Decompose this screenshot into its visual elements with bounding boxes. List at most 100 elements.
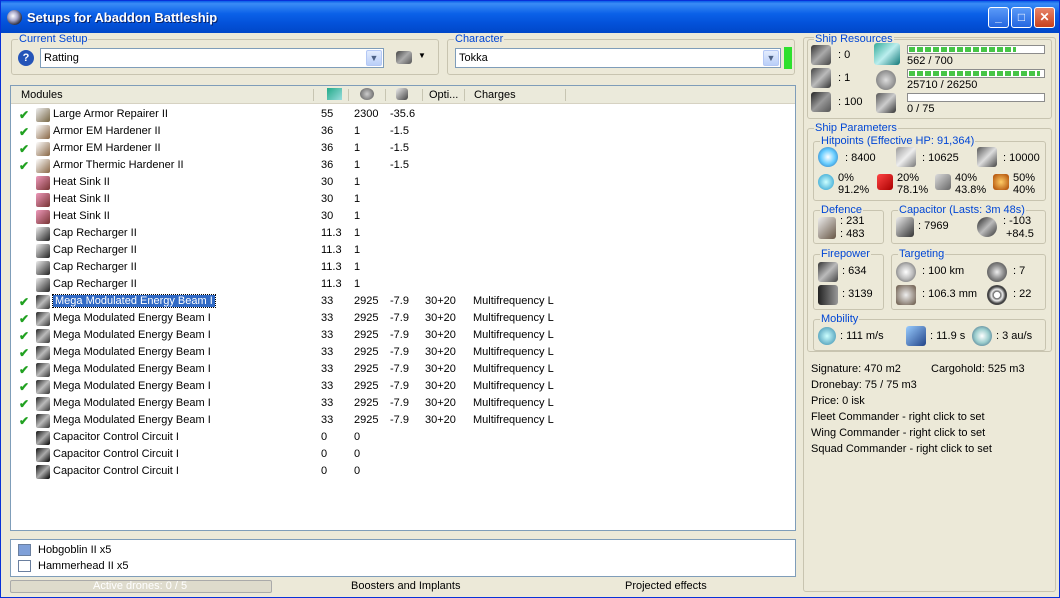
module-powergrid: 0 bbox=[354, 431, 361, 443]
defence-icon bbox=[818, 217, 836, 239]
module-capacitor: -7.9 bbox=[390, 295, 409, 307]
checkmark-icon[interactable]: ✔ bbox=[19, 125, 29, 139]
checkmark-icon[interactable]: ✔ bbox=[19, 159, 29, 173]
module-charges: Multifrequency L bbox=[473, 312, 554, 324]
module-capacitor: -7.9 bbox=[390, 363, 409, 375]
squad-commander-slot[interactable]: Squad Commander - right click to set bbox=[811, 443, 992, 455]
module-row[interactable]: ✔ Mega Modulated Energy Beam I 33 2925 -7.9 3… bbox=[11, 344, 791, 361]
module-row[interactable]: ✔ Large Armor Repairer II 55 2300 -35.6 bbox=[11, 106, 791, 123]
module-row[interactable]: Capacitor Control Circuit I 0 0 bbox=[11, 446, 791, 463]
module-capacitor: -7.9 bbox=[390, 397, 409, 409]
module-capacitor: -1.5 bbox=[390, 142, 409, 154]
module-powergrid: 2925 bbox=[354, 414, 379, 426]
setup-select-value: Ratting bbox=[44, 52, 79, 64]
module-row[interactable]: Capacitor Control Circuit I 0 0 bbox=[11, 429, 791, 446]
module-row[interactable]: ✔ Armor Thermic Hardener II 36 1 -1.5 bbox=[11, 157, 791, 174]
module-capacitor: -1.5 bbox=[390, 125, 409, 137]
speed-value: : 111 m/s bbox=[840, 330, 884, 342]
minimize-button[interactable]: _ bbox=[988, 7, 1009, 28]
module-row[interactable]: ✔ Mega Modulated Energy Beam I 33 2925 -7.9 3… bbox=[11, 361, 791, 378]
module-cpu: 30 bbox=[321, 193, 334, 205]
volley-icon bbox=[818, 285, 838, 305]
drone-checkbox[interactable] bbox=[18, 544, 31, 556]
help-icon[interactable]: ? bbox=[18, 50, 34, 66]
module-powergrid: 1 bbox=[354, 261, 361, 273]
module-capacitor: -7.9 bbox=[390, 312, 409, 324]
checkmark-icon[interactable]: ✔ bbox=[19, 312, 29, 326]
module-row[interactable]: ✔ Armor EM Hardener II 36 1 -1.5 bbox=[11, 123, 791, 140]
module-cpu: 0 bbox=[321, 465, 328, 477]
col-header-opti[interactable]: Opti... bbox=[429, 89, 458, 101]
module-row[interactable]: Capacitor Control Circuit I 0 0 bbox=[11, 463, 791, 480]
module-row[interactable]: Cap Recharger II 11.3 1 bbox=[11, 259, 791, 276]
module-name: Capacitor Control Circuit I bbox=[53, 465, 179, 477]
checkmark-icon[interactable]: ✔ bbox=[19, 397, 29, 411]
col-header-charges[interactable]: Charges bbox=[474, 89, 516, 101]
align-time-icon bbox=[906, 326, 926, 346]
module-row[interactable]: Heat Sink II 30 1 bbox=[11, 174, 791, 191]
module-powergrid: 1 bbox=[354, 142, 361, 154]
maximize-button[interactable]: □ bbox=[1011, 7, 1032, 28]
hardener-icon bbox=[36, 125, 50, 139]
rig-icon bbox=[36, 448, 50, 462]
capacitor-column-icon[interactable] bbox=[396, 88, 408, 100]
module-row[interactable]: ✔ Mega Modulated Energy Beam I 33 2925 -7.9 3… bbox=[11, 310, 791, 327]
drone-checkbox[interactable] bbox=[18, 560, 31, 572]
boosters-tab[interactable]: Boosters and Implants bbox=[351, 580, 460, 592]
checkmark-icon[interactable]: ✔ bbox=[19, 363, 29, 377]
setup-select[interactable]: Ratting ▼ bbox=[40, 48, 384, 68]
dronebay-value: Dronebay: 75 / 75 m3 bbox=[811, 379, 917, 391]
module-charges: Multifrequency L bbox=[473, 414, 554, 426]
checkmark-icon[interactable]: ✔ bbox=[19, 414, 29, 428]
current-setup-label: Current Setup bbox=[18, 33, 89, 45]
fleet-commander-slot[interactable]: Fleet Commander - right click to set bbox=[811, 411, 985, 423]
calibration-icon bbox=[876, 93, 896, 113]
checkmark-icon[interactable]: ✔ bbox=[19, 346, 29, 360]
heat-sink-icon bbox=[36, 210, 50, 224]
checkmark-icon[interactable]: ✔ bbox=[19, 142, 29, 156]
firepower-group: Firepower : 634 : 3139 bbox=[813, 248, 884, 310]
module-row[interactable]: ✔ Mega Modulated Energy Beam I 33 2925 -7.9 3… bbox=[11, 412, 791, 429]
checkmark-icon[interactable]: ✔ bbox=[19, 295, 29, 309]
cpu-column-icon[interactable] bbox=[327, 88, 342, 100]
chevron-down-icon[interactable]: ▼ bbox=[366, 50, 382, 66]
heat-sink-icon bbox=[36, 193, 50, 207]
close-button[interactable]: ✕ bbox=[1034, 7, 1055, 28]
module-name: Capacitor Control Circuit I bbox=[53, 448, 179, 460]
modules-list[interactable]: Modules Opti... Charges ✔ Large Armor Rep… bbox=[10, 85, 796, 531]
drone-row[interactable]: Hammerhead II x5 bbox=[11, 558, 311, 574]
col-header-modules[interactable]: Modules bbox=[21, 89, 63, 101]
module-row[interactable]: ✔ Mega Modulated Energy Beam I 33 2925 -7.9 3… bbox=[11, 378, 791, 395]
ship-menu-button[interactable]: ▼ bbox=[396, 50, 430, 66]
title-bar[interactable]: Setups for Abaddon Battleship _ □ ✕ bbox=[1, 1, 1059, 33]
module-row[interactable]: ✔ Mega Modulated Energy Beam I 33 2925 -7.9 3… bbox=[11, 327, 791, 344]
chevron-down-icon[interactable]: ▼ bbox=[763, 50, 779, 66]
projected-effects-tab[interactable]: Projected effects bbox=[625, 580, 707, 592]
module-name: Mega Modulated Energy Beam I bbox=[53, 329, 211, 341]
module-capacitor: -1.5 bbox=[390, 159, 409, 171]
module-row[interactable]: ✔ Mega Modulated Energy Beam I 33 2925 -7.9 3… bbox=[11, 293, 791, 310]
ship-icon bbox=[396, 51, 412, 64]
module-row[interactable]: Cap Recharger II 11.3 1 bbox=[11, 225, 791, 242]
module-row[interactable]: Cap Recharger II 11.3 1 bbox=[11, 276, 791, 293]
powergrid-column-icon[interactable] bbox=[360, 88, 374, 100]
module-cpu: 33 bbox=[321, 397, 334, 409]
module-row[interactable]: Heat Sink II 30 1 bbox=[11, 208, 791, 225]
wing-commander-slot[interactable]: Wing Commander - right click to set bbox=[811, 427, 985, 439]
module-optimal: 30+20 bbox=[425, 414, 456, 426]
module-row[interactable]: ✔ Armor EM Hardener II 36 1 -1.5 bbox=[11, 140, 791, 157]
module-row[interactable]: Cap Recharger II 11.3 1 bbox=[11, 242, 791, 259]
module-powergrid: 2925 bbox=[354, 312, 379, 324]
drones-list[interactable]: Hobgoblin II x5 Hammerhead II x5 bbox=[10, 539, 796, 577]
drone-row[interactable]: Hobgoblin II x5 bbox=[11, 542, 311, 558]
checkmark-icon[interactable]: ✔ bbox=[19, 329, 29, 343]
module-row[interactable]: Heat Sink II 30 1 bbox=[11, 191, 791, 208]
checkmark-icon[interactable]: ✔ bbox=[19, 108, 29, 122]
checkmark-icon[interactable]: ✔ bbox=[19, 380, 29, 394]
active-drones-tab[interactable]: Active drones: 0 / 5 bbox=[10, 580, 272, 593]
explosive-armor-resist: 40% bbox=[1013, 184, 1036, 196]
cargohold-value: Cargohold: 525 m3 bbox=[931, 363, 1025, 375]
em-resist-icon bbox=[818, 174, 834, 190]
module-row[interactable]: ✔ Mega Modulated Energy Beam I 33 2925 -7.9 3… bbox=[11, 395, 791, 412]
character-select[interactable]: Tokka ▼ bbox=[455, 48, 781, 68]
